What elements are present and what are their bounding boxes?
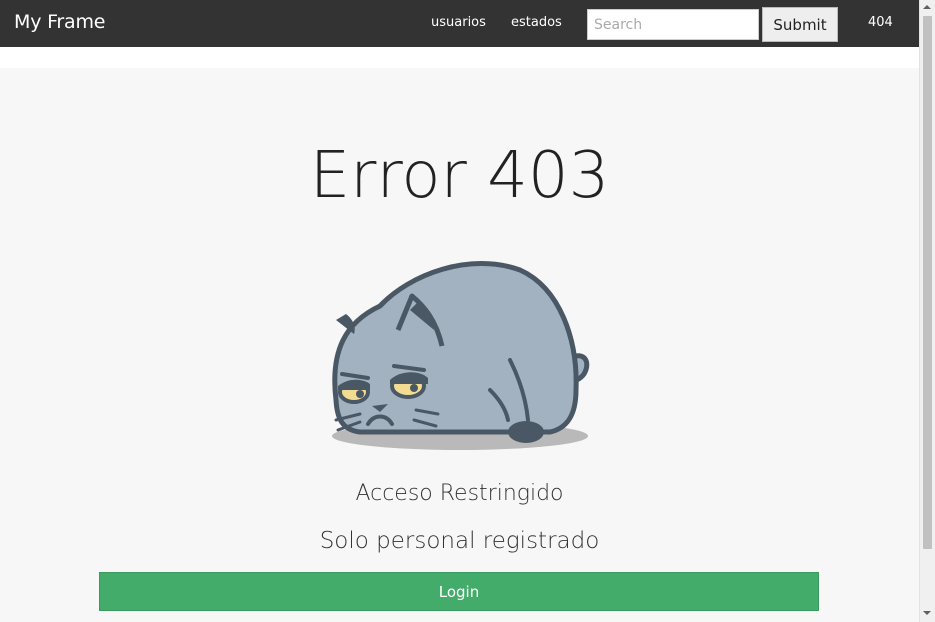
grumpy-cat-illustration [332, 261, 590, 450]
scrollbar-thumb[interactable] [923, 16, 932, 549]
nav-link-estados[interactable]: estados [511, 15, 562, 30]
scroll-up-arrow-icon[interactable] [923, 5, 931, 9]
error-title: Error 403 [309, 139, 610, 213]
search-input[interactable] [587, 9, 759, 40]
page-viewport: My Frame usuarios estados Submit 404 Err… [0, 0, 919, 622]
login-button[interactable]: Login [99, 572, 819, 611]
vertical-scrollbar[interactable] [919, 0, 935, 622]
brand-link[interactable]: My Frame [14, 11, 105, 33]
nav-link-404[interactable]: 404 [868, 15, 893, 30]
submit-button[interactable]: Submit [762, 7, 838, 42]
top-navbar: My Frame usuarios estados Submit 404 [0, 0, 919, 47]
registered-staff-message: Solo personal registrado [319, 528, 600, 554]
nav-link-usuarios[interactable]: usuarios [431, 15, 486, 30]
scroll-down-arrow-icon[interactable] [923, 611, 931, 615]
restricted-access-message: Acceso Restringido [355, 481, 564, 506]
